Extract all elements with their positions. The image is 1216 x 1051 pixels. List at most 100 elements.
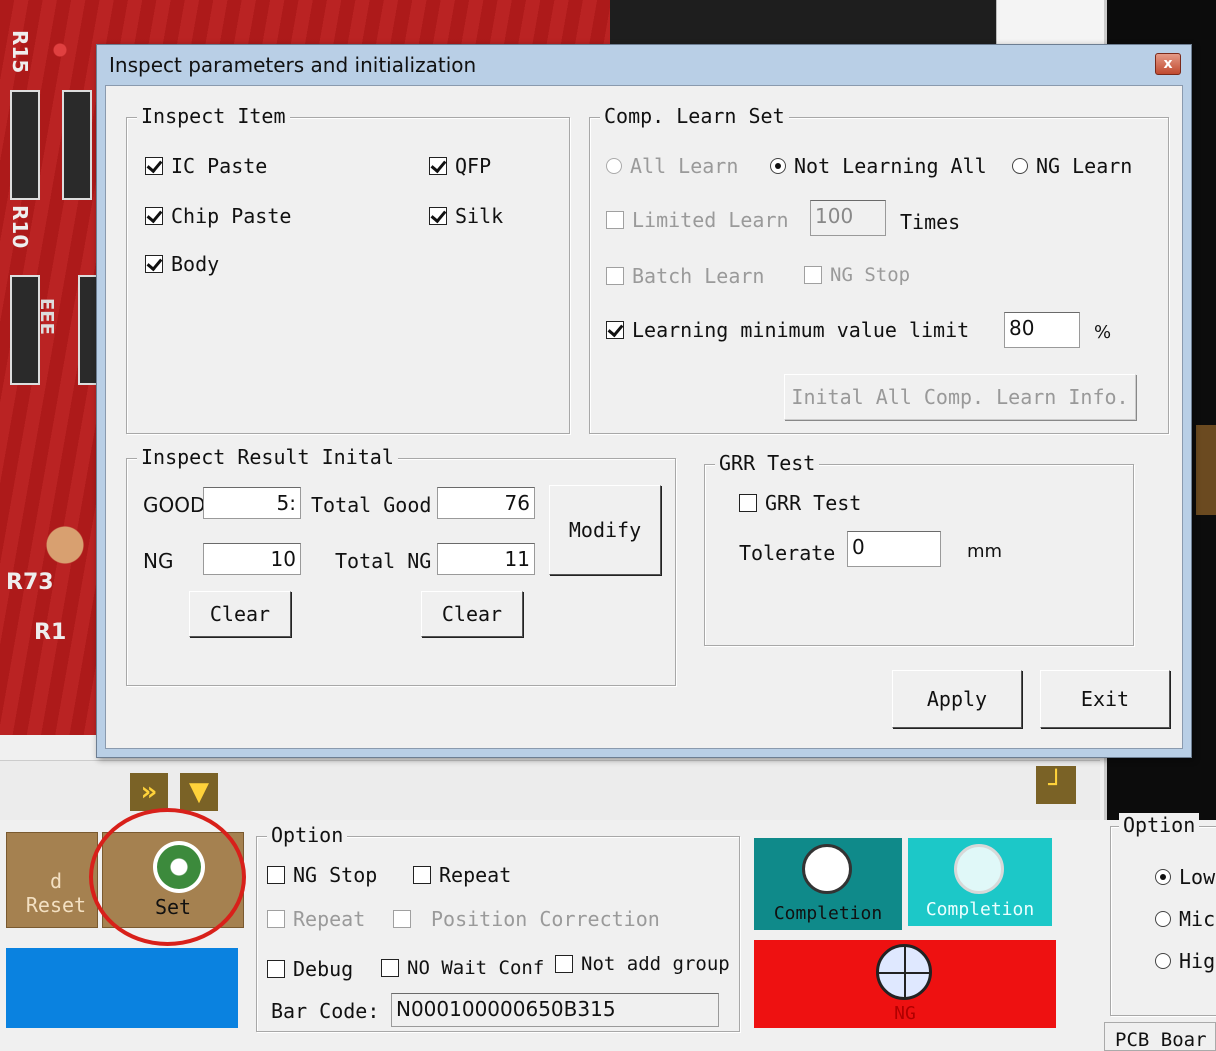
comp-learn-set-group: Comp. Learn Set All Learn Not Learning A… bbox=[589, 104, 1169, 434]
repeat-disabled-label: Repeat bbox=[293, 907, 366, 931]
qfp-label: QFP bbox=[455, 154, 492, 178]
good-field[interactable]: 5: bbox=[203, 487, 301, 519]
position-correction-checkbox[interactable]: Position Correction bbox=[393, 907, 660, 931]
high-radio[interactable]: Hig bbox=[1155, 949, 1215, 973]
inspect-parameters-dialog: Inspect parameters and initialization x … bbox=[96, 44, 1192, 758]
repeat-checkbox[interactable]: Repeat bbox=[413, 863, 511, 887]
tolerate-field[interactable]: 0 bbox=[847, 531, 941, 567]
total-good-field[interactable]: 76 bbox=[437, 487, 535, 519]
comp-learn-set-title: Comp. Learn Set bbox=[600, 104, 789, 128]
ng-stop-checkbox[interactable]: NG Stop bbox=[267, 863, 377, 887]
bar-code-label: Bar Code: bbox=[271, 999, 380, 1023]
reset-button[interactable]: d Reset bbox=[6, 832, 98, 928]
pcb-label: R10 bbox=[8, 205, 32, 249]
learning-min-limit-label: Learning minimum value limit bbox=[632, 318, 970, 342]
percent-label: % bbox=[1094, 322, 1112, 343]
grr-test-label: GRR Test bbox=[765, 491, 862, 515]
inspect-result-group: Inspect Result Inital GOOD 5: Total Good… bbox=[126, 445, 676, 686]
ng-count-label: NG bbox=[143, 549, 174, 573]
good-label: GOOD bbox=[143, 493, 206, 517]
init-learn-info-button[interactable]: Inital All Comp. Learn Info. bbox=[784, 374, 1136, 420]
pcb-component bbox=[62, 90, 92, 200]
pcb-label: R73 bbox=[6, 570, 54, 595]
grr-test-checkbox[interactable]: GRR Test bbox=[739, 491, 861, 515]
apply-button[interactable]: Apply bbox=[892, 670, 1022, 728]
stack-icon[interactable]: ┘ bbox=[1036, 766, 1076, 804]
not-add-group-label: Not add group bbox=[581, 953, 730, 975]
mid-radio[interactable]: Mic bbox=[1155, 907, 1215, 931]
pcb-chip-label: EEE bbox=[36, 298, 57, 335]
completion-button[interactable]: Completion bbox=[754, 838, 902, 930]
learning-min-limit-checkbox[interactable]: Learning minimum value limit bbox=[606, 318, 969, 342]
batch-learn-checkbox[interactable]: Batch Learn bbox=[606, 264, 764, 288]
limited-learn-label: Limited Learn bbox=[632, 208, 789, 232]
exit-button[interactable]: Exit bbox=[1040, 670, 1170, 728]
ng-learn-radio[interactable]: NG Learn bbox=[1012, 154, 1132, 178]
chip-paste-label: Chip Paste bbox=[171, 204, 292, 228]
not-learning-all-radio[interactable]: Not Learning All bbox=[770, 154, 987, 178]
completion-button-secondary[interactable]: Completion bbox=[908, 838, 1052, 926]
ng-learn-label: NG Learn bbox=[1036, 154, 1133, 178]
total-good-label: Total Good bbox=[311, 493, 432, 517]
qfp-checkbox[interactable]: QFP bbox=[429, 154, 491, 178]
crosshair-icon bbox=[876, 944, 932, 1000]
not-learning-all-label: Not Learning All bbox=[794, 154, 987, 178]
debug-checkbox[interactable]: Debug bbox=[267, 957, 353, 981]
chip-paste-checkbox[interactable]: Chip Paste bbox=[145, 204, 291, 228]
pcb-component bbox=[10, 90, 40, 200]
annotation-circle bbox=[89, 808, 246, 946]
pcb-label: R15 bbox=[8, 30, 32, 74]
all-learn-radio[interactable]: All Learn bbox=[606, 154, 738, 178]
mid-label: Mic bbox=[1179, 907, 1216, 931]
no-wait-conf-label: NO Wait Conf bbox=[407, 957, 545, 979]
completion-label: Completion bbox=[773, 903, 883, 924]
repeat-label: Repeat bbox=[439, 863, 512, 887]
ng-stop-learn-checkbox[interactable]: NG Stop bbox=[804, 264, 910, 286]
globe-icon bbox=[802, 844, 852, 894]
learning-min-field[interactable]: 80 bbox=[1004, 312, 1080, 348]
dialog-title: Inspect parameters and initialization bbox=[109, 53, 477, 77]
modify-button[interactable]: Modify bbox=[549, 485, 661, 575]
clear-button-1[interactable]: Clear bbox=[189, 591, 291, 637]
body-label: Body bbox=[171, 252, 220, 276]
tolerate-label: Tolerate bbox=[739, 541, 836, 565]
bar-code-field[interactable]: N000100000650B315 bbox=[391, 993, 719, 1027]
triangle-down-icon[interactable]: ▼ bbox=[180, 773, 218, 811]
ic-paste-checkbox[interactable]: IC Paste bbox=[145, 154, 267, 178]
total-ng-label: Total NG bbox=[335, 549, 432, 573]
silk-checkbox[interactable]: Silk bbox=[429, 204, 503, 228]
inspect-result-title: Inspect Result Inital bbox=[137, 445, 398, 469]
times-label: Times bbox=[900, 210, 961, 234]
total-ng-field[interactable]: 11 bbox=[437, 543, 535, 575]
ic-paste-label: IC Paste bbox=[171, 154, 268, 178]
all-learn-label: All Learn bbox=[630, 154, 739, 178]
limited-learn-checkbox[interactable]: Limited Learn bbox=[606, 208, 789, 232]
clear-button-2[interactable]: Clear bbox=[421, 591, 523, 637]
debug-label: Debug bbox=[293, 957, 354, 981]
low-label: Low bbox=[1179, 865, 1216, 889]
pcb-board-tab[interactable]: PCB Boar bbox=[1104, 1022, 1216, 1051]
option-group: Option NG Stop Repeat Repeat Position Co… bbox=[256, 823, 740, 1032]
position-correction-label: Position Correction bbox=[431, 907, 660, 931]
grr-test-group: GRR Test GRR Test Tolerate 0 mm bbox=[704, 451, 1134, 646]
no-wait-conf-checkbox[interactable]: NO Wait Conf bbox=[381, 957, 544, 979]
ng-field[interactable]: 10 bbox=[203, 543, 301, 575]
double-chevron-down-icon[interactable]: » bbox=[130, 773, 168, 811]
not-add-group-checkbox[interactable]: Not add group bbox=[555, 953, 730, 975]
batch-learn-label: Batch Learn bbox=[632, 264, 765, 288]
globe-icon bbox=[954, 844, 1004, 894]
completion-label: Completion bbox=[925, 899, 1035, 920]
silk-label: Silk bbox=[455, 204, 504, 228]
limited-learn-field[interactable]: 100 bbox=[810, 200, 886, 236]
close-icon[interactable]: x bbox=[1155, 53, 1181, 75]
dialog-body: Inspect Item IC Paste QFP Chip Paste Sil… bbox=[105, 85, 1183, 749]
ng-status-label: NG bbox=[894, 1003, 916, 1024]
inspect-item-group: Inspect Item IC Paste QFP Chip Paste Sil… bbox=[126, 104, 570, 434]
pcb-label: R1 bbox=[34, 620, 67, 645]
repeat-disabled-checkbox[interactable]: Repeat bbox=[267, 907, 365, 931]
low-radio[interactable]: Low bbox=[1155, 865, 1215, 889]
status-bar bbox=[6, 948, 238, 1028]
ng-stop-learn-label: NG Stop bbox=[830, 264, 911, 286]
body-checkbox[interactable]: Body bbox=[145, 252, 219, 276]
side-preview-component bbox=[1196, 425, 1216, 515]
